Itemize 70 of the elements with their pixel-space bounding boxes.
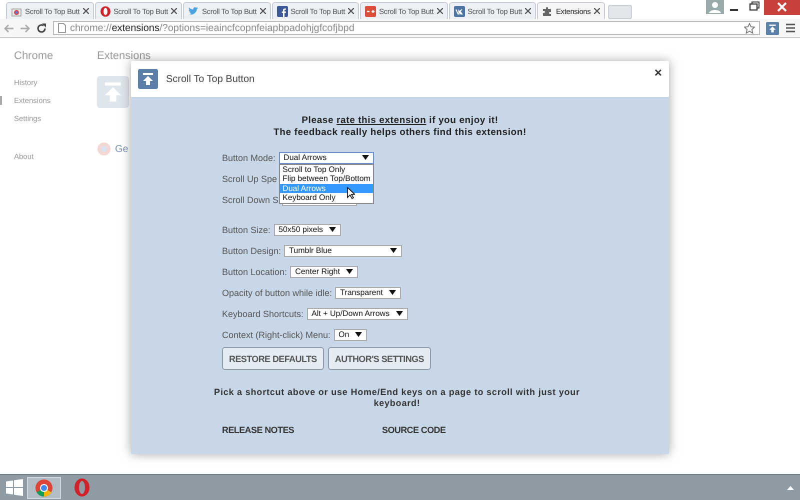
select-field[interactable]: Dual Arrows (278, 152, 374, 164)
opera-icon (74, 478, 90, 497)
footer-link[interactable]: SOURCE CODE (382, 425, 542, 435)
select-field[interactable]: Center Right (290, 266, 358, 278)
close-icon[interactable] (525, 8, 531, 14)
vk-icon (454, 6, 464, 16)
close-button[interactable]: × (654, 65, 662, 80)
caret-icon (329, 227, 336, 232)
select-field[interactable]: On (334, 328, 368, 340)
star-icon[interactable] (744, 22, 755, 34)
setting-label: Button Mode: (222, 152, 276, 162)
close-icon[interactable] (594, 8, 600, 14)
opera-icon (100, 6, 110, 16)
dropdown-option[interactable]: Scroll to Top Only (280, 164, 373, 174)
puzzle-icon (542, 6, 553, 16)
partial-text: Ge (115, 144, 128, 154)
chrome-logo-icon (35, 478, 53, 496)
settings-button[interactable]: RESTORE DEFAULTS (222, 347, 324, 370)
reload-icon[interactable] (36, 22, 47, 34)
close-icon[interactable] (82, 8, 88, 14)
feedback-text: The feedback really helps others find this extension! (272, 127, 528, 139)
settings-button[interactable]: AUTHOR'S SETTINGS (328, 347, 431, 370)
setting-label: Keyboard Shortcuts: (222, 308, 304, 318)
bird-icon (188, 6, 199, 16)
tray-arrow-icon[interactable] (787, 486, 794, 490)
setting-label: Scroll Up Spe (222, 174, 278, 184)
select-field[interactable]: Alt + Up/Down Arrows (306, 308, 408, 320)
google-plus-icon (365, 6, 376, 16)
rate-link[interactable]: rate this extension (336, 115, 426, 126)
sidebar-title: Chrome (14, 50, 54, 62)
caret-icon (355, 332, 362, 337)
select-field[interactable]: Transparent (335, 286, 401, 298)
setting-label: Button Design: (222, 246, 282, 256)
menu-icon[interactable] (785, 23, 796, 33)
dropdown-option[interactable]: Flip between Top/Bottom (280, 174, 373, 184)
cursor-icon (346, 186, 355, 198)
windows-start-icon[interactable] (6, 479, 23, 496)
page-icon (58, 23, 66, 33)
address-bar[interactable]: chrome://extensions/?options=ieaincfcopnfeiapbpadohjgfcofjbpd (53, 21, 760, 35)
caret-icon (362, 155, 369, 160)
setting-label: Opacity of button while idle: (222, 288, 332, 298)
caret-icon (396, 311, 403, 316)
taskbar-button[interactable] (27, 476, 61, 498)
rating-notice: Please rate this extension if you enjoy it! (300, 115, 500, 127)
dropdown-option[interactable]: Keyboard Only (280, 193, 373, 202)
extension-icon (138, 69, 158, 89)
dialog-title: Scroll To Top Button (166, 74, 255, 84)
close-icon[interactable] (260, 8, 266, 14)
chrome-logo-icon (97, 142, 111, 156)
setting-label: Scroll Down S (222, 194, 279, 204)
extension-icon (97, 76, 129, 108)
facebook-icon (276, 6, 288, 16)
page-heading: Extensions (97, 50, 151, 62)
select-field[interactable]: Tumblr Blue (284, 244, 402, 256)
footer-link[interactable]: RELEASE NOTES (222, 425, 382, 435)
store-icon (11, 6, 22, 16)
extension-icon (766, 22, 779, 34)
shortcut-hint: Pick a shortcut above or use Home/End keys on a page to scroll with just your keyboard! (213, 387, 581, 409)
close-icon[interactable] (171, 8, 177, 14)
setting-label: Button Size: (222, 224, 271, 234)
select-field[interactable]: 50x50 pixels (274, 224, 342, 236)
caret-icon (390, 248, 398, 253)
url-text: chrome://extensions/?options=ieaincfcopnfeiapbpadohjgfcofjbpd (70, 22, 354, 34)
close-icon[interactable] (436, 8, 442, 14)
caret-icon (346, 269, 353, 274)
caret-icon (388, 290, 396, 295)
setting-label: Context (Right-click) Menu: (222, 330, 331, 340)
close-icon[interactable] (764, 0, 800, 15)
close-icon[interactable] (348, 8, 354, 14)
setting-label: Button Location: (222, 266, 288, 276)
